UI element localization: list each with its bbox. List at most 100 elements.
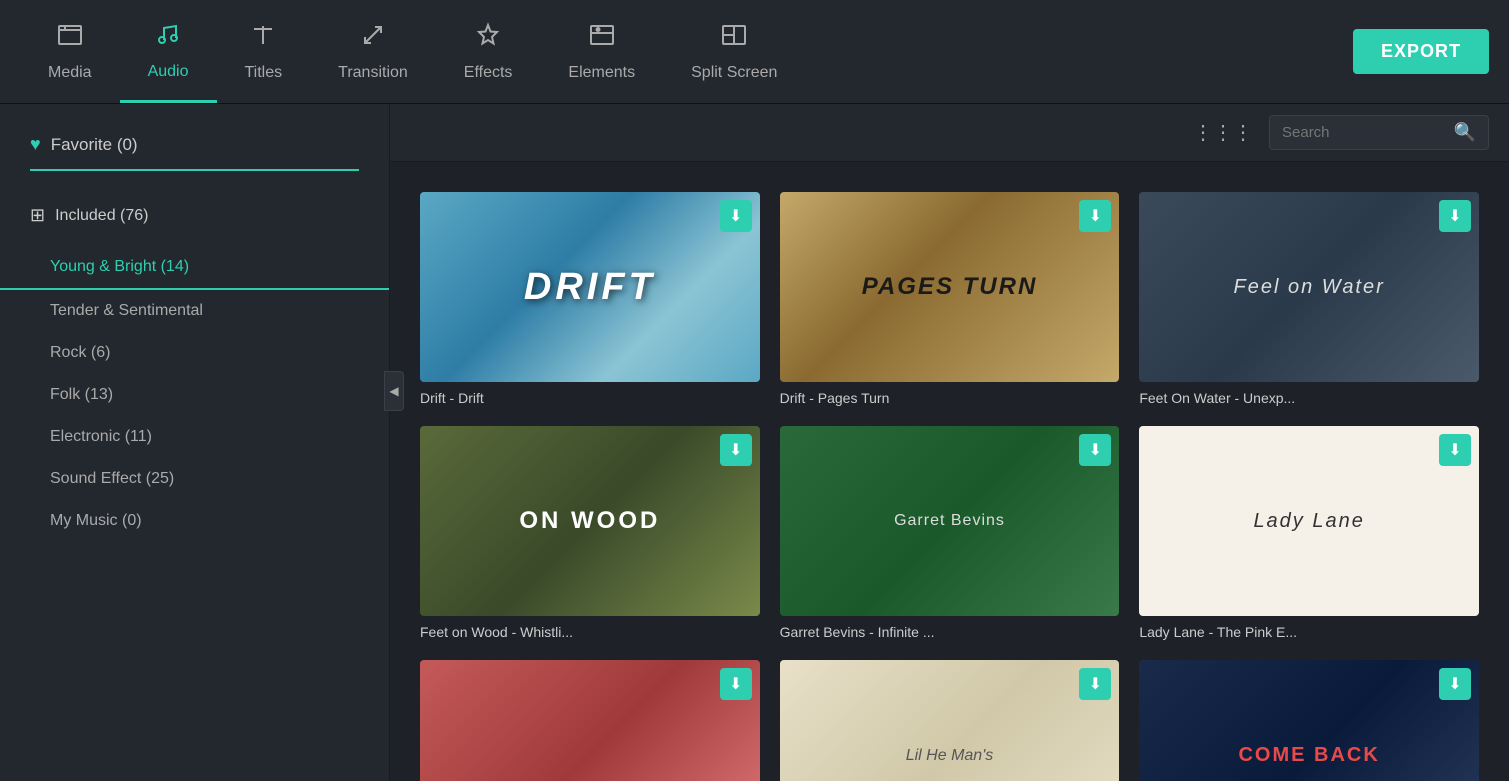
nav-item-titles[interactable]: Titles <box>217 0 311 103</box>
sidebar-item-rock[interactable]: Rock (6) <box>0 332 389 374</box>
card-title: Feet On Water - Unexp... <box>1139 390 1479 406</box>
card-thumb-drift-drift: ⬇ <box>420 192 760 382</box>
download-button[interactable]: ⬇ <box>720 200 752 232</box>
nav-item-elements[interactable]: Elements <box>540 0 663 103</box>
card-thumb-image <box>420 426 760 616</box>
download-button[interactable]: ⬇ <box>720 434 752 466</box>
sidebar: ♥ Favorite (0) ⊞ Included (76) Young & B… <box>0 104 390 781</box>
nav-item-split-screen[interactable]: Split Screen <box>663 0 805 103</box>
download-button[interactable]: ⬇ <box>1079 200 1111 232</box>
search-box: 🔍 <box>1269 115 1489 150</box>
sidebar-item-electronic[interactable]: Electronic (11) <box>0 416 389 458</box>
card-lady-lane[interactable]: ⬇ Lady Lane - The Pink E... <box>1129 416 1489 650</box>
card-title: Drift - Pages Turn <box>780 390 1120 406</box>
favorite-label: Favorite (0) <box>51 135 138 155</box>
card-title: Lady Lane - The Pink E... <box>1139 624 1479 640</box>
top-navigation: Media Audio Titles Tran <box>0 0 1509 104</box>
download-button[interactable]: ⬇ <box>1079 434 1111 466</box>
tender-label: Tender & Sentimental <box>50 302 203 319</box>
download-button[interactable]: ⬇ <box>1439 200 1471 232</box>
download-icon: ⬇ <box>729 674 742 694</box>
transition-icon <box>359 21 387 56</box>
content-toolbar: ⋮⋮⋮ 🔍 <box>390 104 1509 162</box>
favorite-item[interactable]: ♥ Favorite (0) <box>30 134 359 171</box>
titles-icon <box>249 21 277 56</box>
grid-icon: ⊞ <box>30 205 45 226</box>
download-icon: ⬇ <box>1448 440 1461 460</box>
download-button[interactable]: ⬇ <box>1439 434 1471 466</box>
nav-media-label: Media <box>48 64 92 82</box>
audio-cards-grid: ⬇ Drift - Drift ⬇ Drift - Pages Turn <box>390 162 1509 781</box>
rock-label: Rock (6) <box>50 344 110 361</box>
grid-view-toggle-icon[interactable]: ⋮⋮⋮ <box>1193 120 1253 145</box>
sidebar-item-sound-effect[interactable]: Sound Effect (25) <box>0 458 389 500</box>
download-button[interactable]: ⬇ <box>1079 668 1111 700</box>
card-drift-pages[interactable]: ⬇ Drift - Pages Turn <box>770 182 1130 416</box>
export-button[interactable]: EXPORT <box>1353 29 1489 74</box>
sound-effect-label: Sound Effect (25) <box>50 470 174 487</box>
young-bright-label: Young & Bright (14) <box>50 258 189 275</box>
favorite-section: ♥ Favorite (0) <box>0 124 389 205</box>
nav-audio-label: Audio <box>148 63 189 81</box>
card-drift-drift[interactable]: ⬇ Drift - Drift <box>410 182 770 416</box>
electronic-label: Electronic (11) <box>50 428 152 445</box>
nav-item-transition[interactable]: Transition <box>310 0 436 103</box>
card-thumb-image <box>420 192 760 382</box>
card-feet-wood[interactable]: ⬇ Feet on Wood - Whistli... <box>410 416 770 650</box>
card-thumb-image <box>1139 192 1479 382</box>
download-icon: ⬇ <box>729 206 742 226</box>
download-icon: ⬇ <box>1448 206 1461 226</box>
sidebar-collapse-arrow[interactable]: ◀ <box>384 371 404 411</box>
sidebar-item-my-music[interactable]: My Music (0) <box>0 500 389 542</box>
nav-item-effects[interactable]: Effects <box>436 0 541 103</box>
content-area: ⋮⋮⋮ 🔍 ⬇ Drift - Drift <box>390 104 1509 781</box>
sidebar-item-young-bright[interactable]: Young & Bright (14) <box>0 246 389 290</box>
card-thumb-row3c: ⬇ <box>1139 660 1479 781</box>
included-label: Included (76) <box>55 207 148 225</box>
included-header: ⊞ Included (76) <box>0 205 389 226</box>
nav-transition-label: Transition <box>338 64 408 82</box>
search-input[interactable] <box>1282 124 1446 141</box>
card-thumb-drift-pages: ⬇ <box>780 192 1120 382</box>
nav-split-screen-label: Split Screen <box>691 64 777 82</box>
search-icon[interactable]: 🔍 <box>1454 122 1476 143</box>
sidebar-item-tender[interactable]: Tender & Sentimental <box>0 290 389 332</box>
nav-effects-label: Effects <box>464 64 513 82</box>
elements-icon <box>588 21 616 56</box>
main-layout: ♥ Favorite (0) ⊞ Included (76) Young & B… <box>0 104 1509 781</box>
split-screen-icon <box>720 21 748 56</box>
card-feet-water[interactable]: ⬇ Feet On Water - Unexp... <box>1129 182 1489 416</box>
card-thumb-feet-water: ⬇ <box>1139 192 1479 382</box>
card-title: Drift - Drift <box>420 390 760 406</box>
card-row3c[interactable]: ⬇ <box>1129 650 1489 781</box>
folk-label: Folk (13) <box>50 386 113 403</box>
card-title: Feet on Wood - Whistli... <box>420 624 760 640</box>
card-thumb-row3b: ⬇ <box>780 660 1120 781</box>
card-garret-infinite[interactable]: ⬇ Garret Bevins - Infinite ... <box>770 416 1130 650</box>
card-thumb-lady-lane: ⬇ <box>1139 426 1479 616</box>
download-icon: ⬇ <box>1448 674 1461 694</box>
heart-icon: ♥ <box>30 134 41 155</box>
download-icon: ⬇ <box>729 440 742 460</box>
card-thumb-image <box>780 660 1120 781</box>
card-thumb-garret-infinite: ⬇ <box>780 426 1120 616</box>
download-button[interactable]: ⬇ <box>720 668 752 700</box>
card-title: Garret Bevins - Infinite ... <box>780 624 1120 640</box>
card-thumb-image <box>1139 426 1479 616</box>
card-row3b[interactable]: ⬇ <box>770 650 1130 781</box>
effects-icon <box>474 21 502 56</box>
download-icon: ⬇ <box>1089 206 1102 226</box>
card-row3a[interactable]: ⬇ <box>410 650 770 781</box>
card-thumb-image <box>1139 660 1479 781</box>
nav-item-media[interactable]: Media <box>20 0 120 103</box>
card-thumb-row3a: ⬇ <box>420 660 760 781</box>
card-thumb-image <box>420 660 760 781</box>
download-icon: ⬇ <box>1089 674 1102 694</box>
audio-icon <box>154 20 182 55</box>
sidebar-item-folk[interactable]: Folk (13) <box>0 374 389 416</box>
my-music-label: My Music (0) <box>50 512 142 529</box>
nav-item-audio[interactable]: Audio <box>120 0 217 103</box>
download-button[interactable]: ⬇ <box>1439 668 1471 700</box>
download-icon: ⬇ <box>1089 440 1102 460</box>
card-thumb-feet-wood: ⬇ <box>420 426 760 616</box>
